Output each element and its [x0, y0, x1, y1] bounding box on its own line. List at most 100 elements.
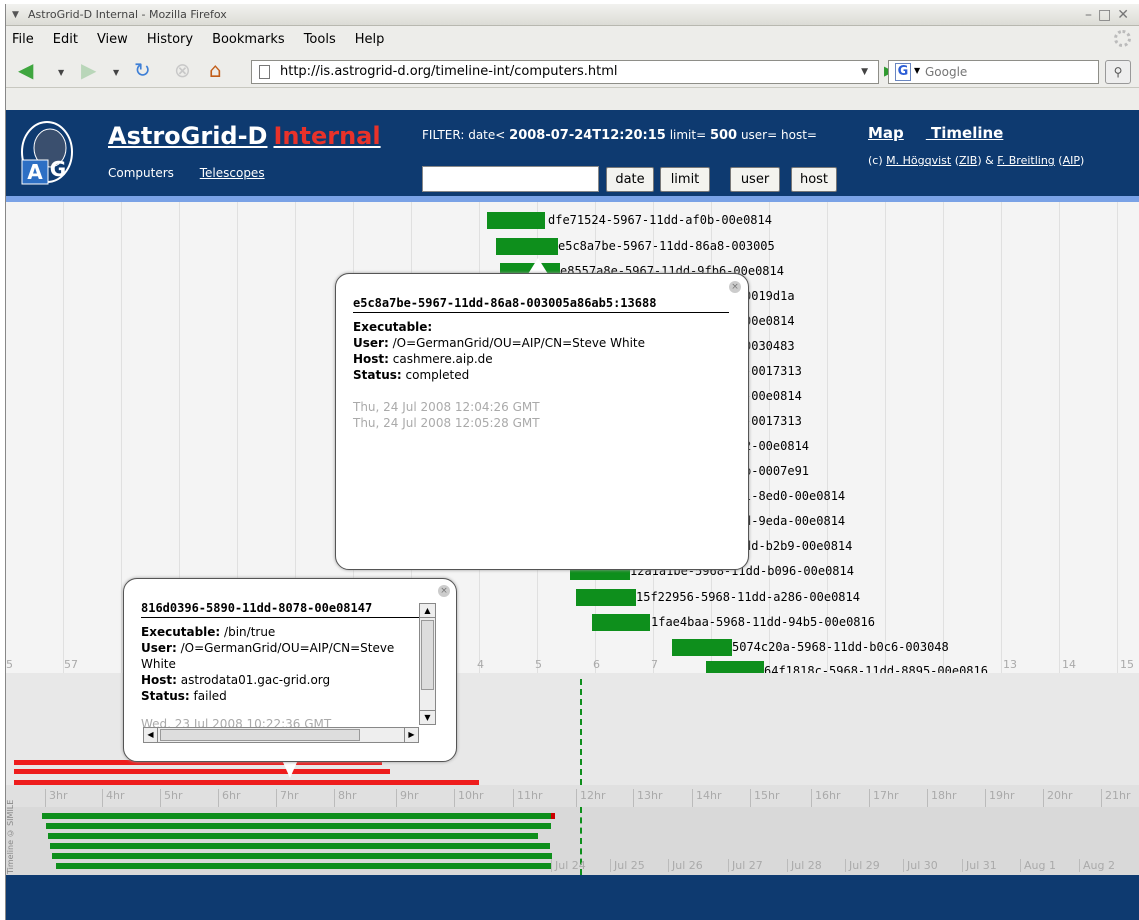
url-text: http://is.astrogrid-d.org/timeline-int/c…	[280, 64, 618, 79]
host-label: Host:	[353, 352, 389, 366]
credit-link-zib[interactable]: ZIB	[959, 154, 977, 167]
menu-view[interactable]: View	[97, 32, 128, 47]
browser-window: ▼ AstroGrid-D Internal - Mozilla Firefox…	[5, 4, 1139, 920]
telescopes-link[interactable]: Telescopes	[200, 166, 265, 180]
hour-tick: 21hr	[1101, 789, 1131, 807]
window-controls[interactable]: –□✕	[1085, 4, 1135, 26]
hour-ruler: 3hr 4hr 5hr 6hr 7hr 8hr 9hr 10hr 11hr 12…	[6, 785, 1139, 807]
event-label[interactable]: 0030483	[744, 338, 795, 355]
forward-history-icon[interactable]: ▼	[113, 68, 119, 77]
credit-link-aip[interactable]: AIP	[1063, 154, 1080, 167]
event-overview-bar	[50, 843, 550, 849]
forward-arrow-icon[interactable]: ▶	[81, 58, 96, 82]
executable-row: Executable: /bin/true	[141, 624, 419, 640]
event-label[interactable]: dfe71524-5967-11dd-af0b-00e0814	[548, 212, 772, 229]
hour-tick: 15hr	[750, 789, 780, 807]
bubble-title[interactable]: 816d0396-5890-11dd-8078-00e08147	[141, 601, 421, 618]
event-label[interactable]: b-0007e91	[744, 463, 809, 480]
event-label[interactable]: 15f22956-5968-11dd-a286-00e0814	[636, 589, 860, 606]
user-label: User:	[353, 336, 389, 350]
event-label[interactable]: -00e0814	[744, 388, 802, 405]
scroll-thumb[interactable]	[421, 620, 434, 690]
url-dropdown-icon[interactable]: ▼	[861, 61, 868, 83]
event-label[interactable]: 5074c20a-5968-11dd-b0c6-003048	[732, 639, 949, 656]
scroll-right-icon[interactable]: ▶	[404, 728, 418, 742]
scroll-left-icon[interactable]: ◀	[144, 728, 158, 742]
home-icon[interactable]: ⌂	[209, 58, 222, 82]
host-value: cashmere.aip.de	[392, 352, 493, 366]
filter-user: user=	[740, 128, 778, 142]
menu-edit[interactable]: Edit	[53, 32, 78, 47]
event-label[interactable]: d-9eda-00e0814	[744, 513, 845, 530]
scroll-down-icon[interactable]: ▼	[420, 710, 435, 724]
limit-button[interactable]: limit	[660, 167, 710, 192]
scroll-thumb[interactable]	[160, 729, 360, 741]
filter-input[interactable]	[422, 166, 599, 192]
site-title-internal: Internal	[273, 122, 381, 150]
window-menu-icon[interactable]: ▼	[12, 11, 21, 20]
event-label[interactable]: dd-b2b9-00e0814	[744, 538, 852, 555]
google-engine-icon[interactable]: G	[895, 63, 911, 81]
reload-icon[interactable]: ↻	[134, 58, 151, 82]
simile-credit: Timeline © SIMILE	[6, 799, 15, 874]
site-title[interactable]: AstroGrid-D Internal	[108, 122, 381, 150]
back-arrow-icon[interactable]: ◀	[18, 58, 33, 82]
event-label[interactable]: e5c8a7be-5967-11dd-86a8-003005	[558, 238, 775, 255]
grid-line	[885, 202, 886, 679]
failed-event-bar[interactable]	[14, 769, 390, 774]
event-label[interactable]: 1fae4baa-5968-11dd-94b5-00e0816	[651, 614, 875, 631]
tick-label: 14	[1062, 658, 1076, 671]
hour-tick: 19hr	[985, 789, 1015, 807]
event-label[interactable]: l-8ed0-00e0814	[744, 488, 845, 505]
bubble-content[interactable]: 816d0396-5890-11dd-8078-00e08147 Executa…	[141, 601, 437, 741]
close-icon[interactable]: ×	[438, 585, 450, 597]
filter-date: 2008-07-24T12:20:15	[509, 128, 666, 143]
url-bar[interactable]: http://is.astrogrid-d.org/timeline-int/c…	[251, 60, 879, 84]
timeline-day-band[interactable]: Jul 24 Jul 25 Jul 26 Jul 27 Jul 28 Jul 2…	[6, 807, 1139, 875]
status-value: completed	[405, 368, 470, 382]
astrogrid-logo[interactable]: A G	[18, 116, 76, 188]
horizontal-scrollbar[interactable]: ◀ ▶	[143, 727, 419, 743]
vertical-scrollbar[interactable]: ▲ ▼	[419, 603, 436, 725]
menu-help[interactable]: Help	[355, 32, 385, 47]
event-label[interactable]: 0019d1a	[744, 288, 795, 305]
map-link[interactable]: Map	[868, 124, 904, 142]
host-value: astrodata01.gac-grid.org	[180, 673, 331, 687]
close-icon[interactable]: ×	[729, 281, 741, 293]
search-icon[interactable]: ⚲	[1105, 60, 1131, 84]
user-row: User: /O=GermanGrid/OU=AIP/CN=Steve Whit…	[353, 335, 729, 351]
tick-label: 7	[651, 658, 658, 671]
site-title-main[interactable]: AstroGrid-D	[108, 122, 267, 150]
host-button[interactable]: host	[791, 167, 837, 192]
tick-label: 13	[1003, 658, 1017, 671]
hour-tick: 14hr	[692, 789, 722, 807]
hour-tick: 3hr	[45, 789, 68, 807]
engine-dropdown-icon[interactable]: ▼	[914, 66, 920, 75]
event-label[interactable]: 00e0814	[744, 313, 795, 330]
back-history-icon[interactable]: ▼	[58, 68, 64, 77]
day-tick: Jul 30	[903, 859, 938, 872]
event-label[interactable]: 2-00e0814	[744, 438, 809, 455]
hour-tick: 8hr	[334, 789, 357, 807]
scroll-up-icon[interactable]: ▲	[420, 604, 435, 618]
timeline-link[interactable]: Timeline	[931, 124, 1003, 142]
menu-bookmarks[interactable]: Bookmarks	[212, 32, 285, 47]
start-time: Thu, 24 Jul 2008 12:04:26 GMT	[353, 400, 540, 414]
date-button[interactable]: date	[606, 167, 654, 192]
event-label[interactable]: -0017313	[744, 413, 802, 430]
event-label[interactable]: -0017313	[744, 363, 802, 380]
credit-link-breitling[interactable]: F. Breitling	[997, 154, 1055, 167]
day-tick: Jul 24	[551, 859, 586, 872]
section-links: Computers Telescopes	[108, 166, 287, 180]
credit-link-hoegqvist[interactable]: M. Högqvist	[886, 154, 951, 167]
menu-tools[interactable]: Tools	[304, 32, 336, 47]
bubble-title[interactable]: e5c8a7be-5967-11dd-86a8-003005a86ab5:136…	[353, 296, 729, 313]
menu-history[interactable]: History	[147, 32, 193, 47]
credit-prefix: (c)	[868, 154, 883, 167]
search-input[interactable]	[925, 63, 1105, 81]
menu-file[interactable]: File	[12, 32, 34, 47]
computers-link[interactable]: Computers	[108, 166, 174, 180]
day-tick: Jul 26	[668, 859, 703, 872]
user-button[interactable]: user	[730, 167, 780, 192]
stop-icon[interactable]: ⊗	[174, 58, 191, 82]
